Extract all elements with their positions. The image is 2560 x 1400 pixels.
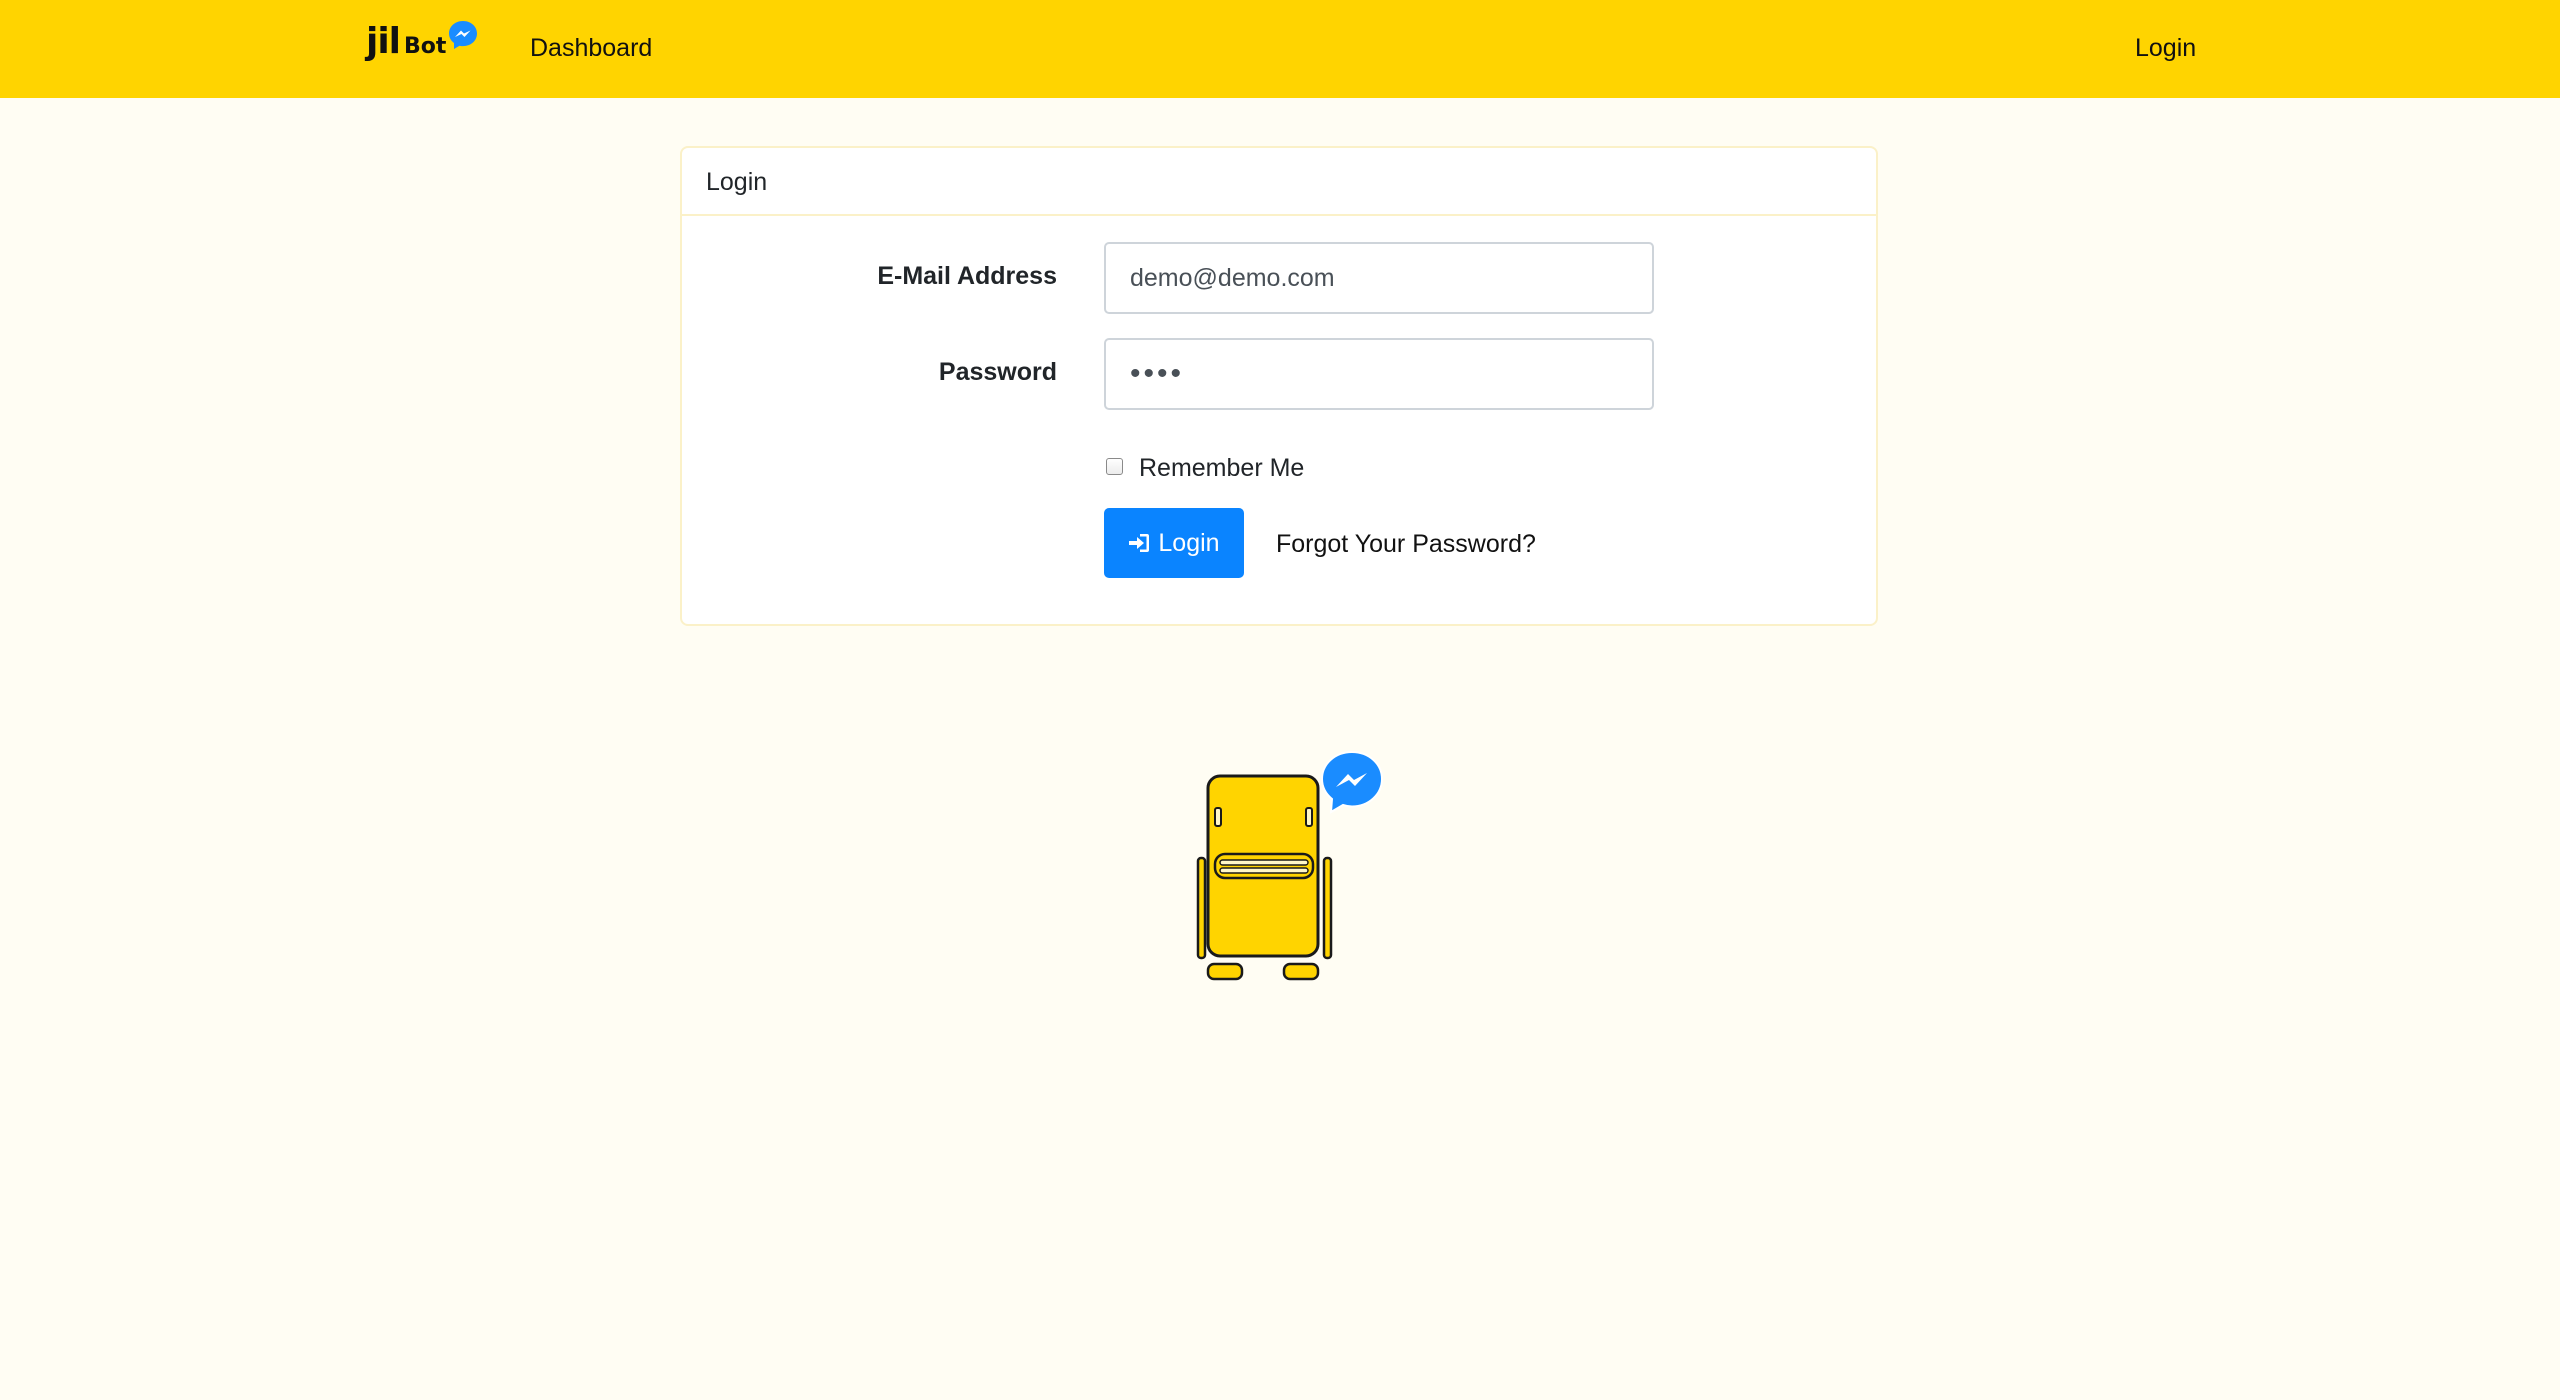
card-header: Login	[682, 148, 1876, 216]
brand-logo-jil: jil	[366, 21, 401, 62]
top-navbar: jil Bot Dashboard Login	[0, 0, 2560, 98]
login-button-label: Login	[1158, 528, 1220, 557]
messenger-icon	[1320, 750, 1384, 814]
password-label: Password	[938, 358, 1057, 386]
login-button[interactable]: Login	[1104, 508, 1244, 578]
sign-in-icon	[1129, 534, 1150, 552]
messenger-icon	[449, 21, 477, 49]
email-label: E-Mail Address	[877, 262, 1057, 290]
remember-me-checkbox[interactable]	[1106, 458, 1123, 475]
jilbot-mascot-illustration	[1196, 750, 1384, 981]
brand-logo[interactable]: jil Bot	[364, 18, 482, 76]
forgot-password-link[interactable]: Forgot Your Password?	[1276, 530, 1536, 559]
remember-me-row: Remember Me	[1106, 454, 1304, 483]
brand-logo-bot: Bot	[404, 34, 447, 59]
password-field[interactable]	[1104, 338, 1654, 410]
email-field[interactable]	[1104, 242, 1654, 314]
remember-me-label[interactable]: Remember Me	[1139, 454, 1304, 483]
nav-login-link[interactable]: Login	[2135, 32, 2196, 64]
nav-dashboard-link[interactable]: Dashboard	[530, 32, 652, 64]
login-card: Login E-Mail Address Password Remember M…	[680, 146, 1878, 626]
